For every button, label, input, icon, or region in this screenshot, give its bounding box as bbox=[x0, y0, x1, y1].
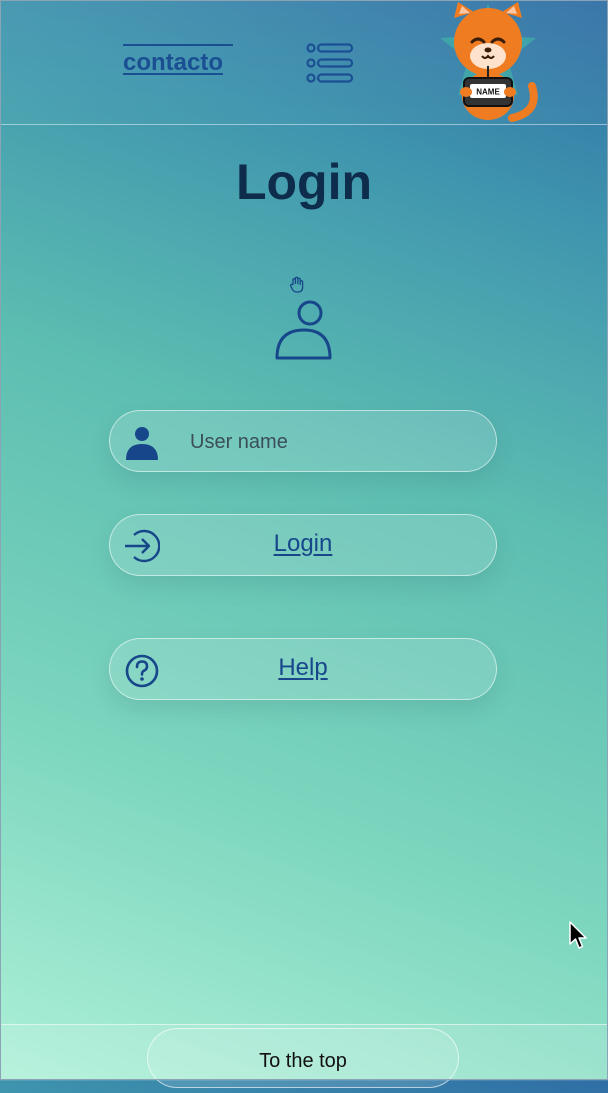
cat-mascot-icon[interactable]: NAME bbox=[428, 0, 548, 124]
list-icon[interactable] bbox=[304, 42, 356, 84]
help-button-label: Help bbox=[278, 654, 328, 681]
mouse-pointer-icon bbox=[569, 921, 587, 949]
page-title: Login bbox=[235, 154, 373, 210]
hand-icon bbox=[290, 276, 304, 293]
user-solid-icon bbox=[126, 427, 158, 460]
contact-link[interactable]: contacto bbox=[123, 44, 233, 78]
footer-bar: To the top bbox=[0, 1024, 608, 1088]
user-outline-icon bbox=[275, 300, 332, 360]
login-button[interactable]: Login bbox=[109, 514, 497, 576]
username-field-container bbox=[109, 410, 497, 472]
username-input[interactable] bbox=[188, 421, 482, 463]
header-bar: contacto NAME bbox=[0, 0, 608, 125]
to-top-button[interactable]: To the top bbox=[147, 1028, 459, 1088]
mascot-badge-text: NAME bbox=[476, 88, 500, 97]
login-button-label: Login bbox=[273, 530, 333, 557]
help-button[interactable]: Help bbox=[109, 638, 497, 700]
